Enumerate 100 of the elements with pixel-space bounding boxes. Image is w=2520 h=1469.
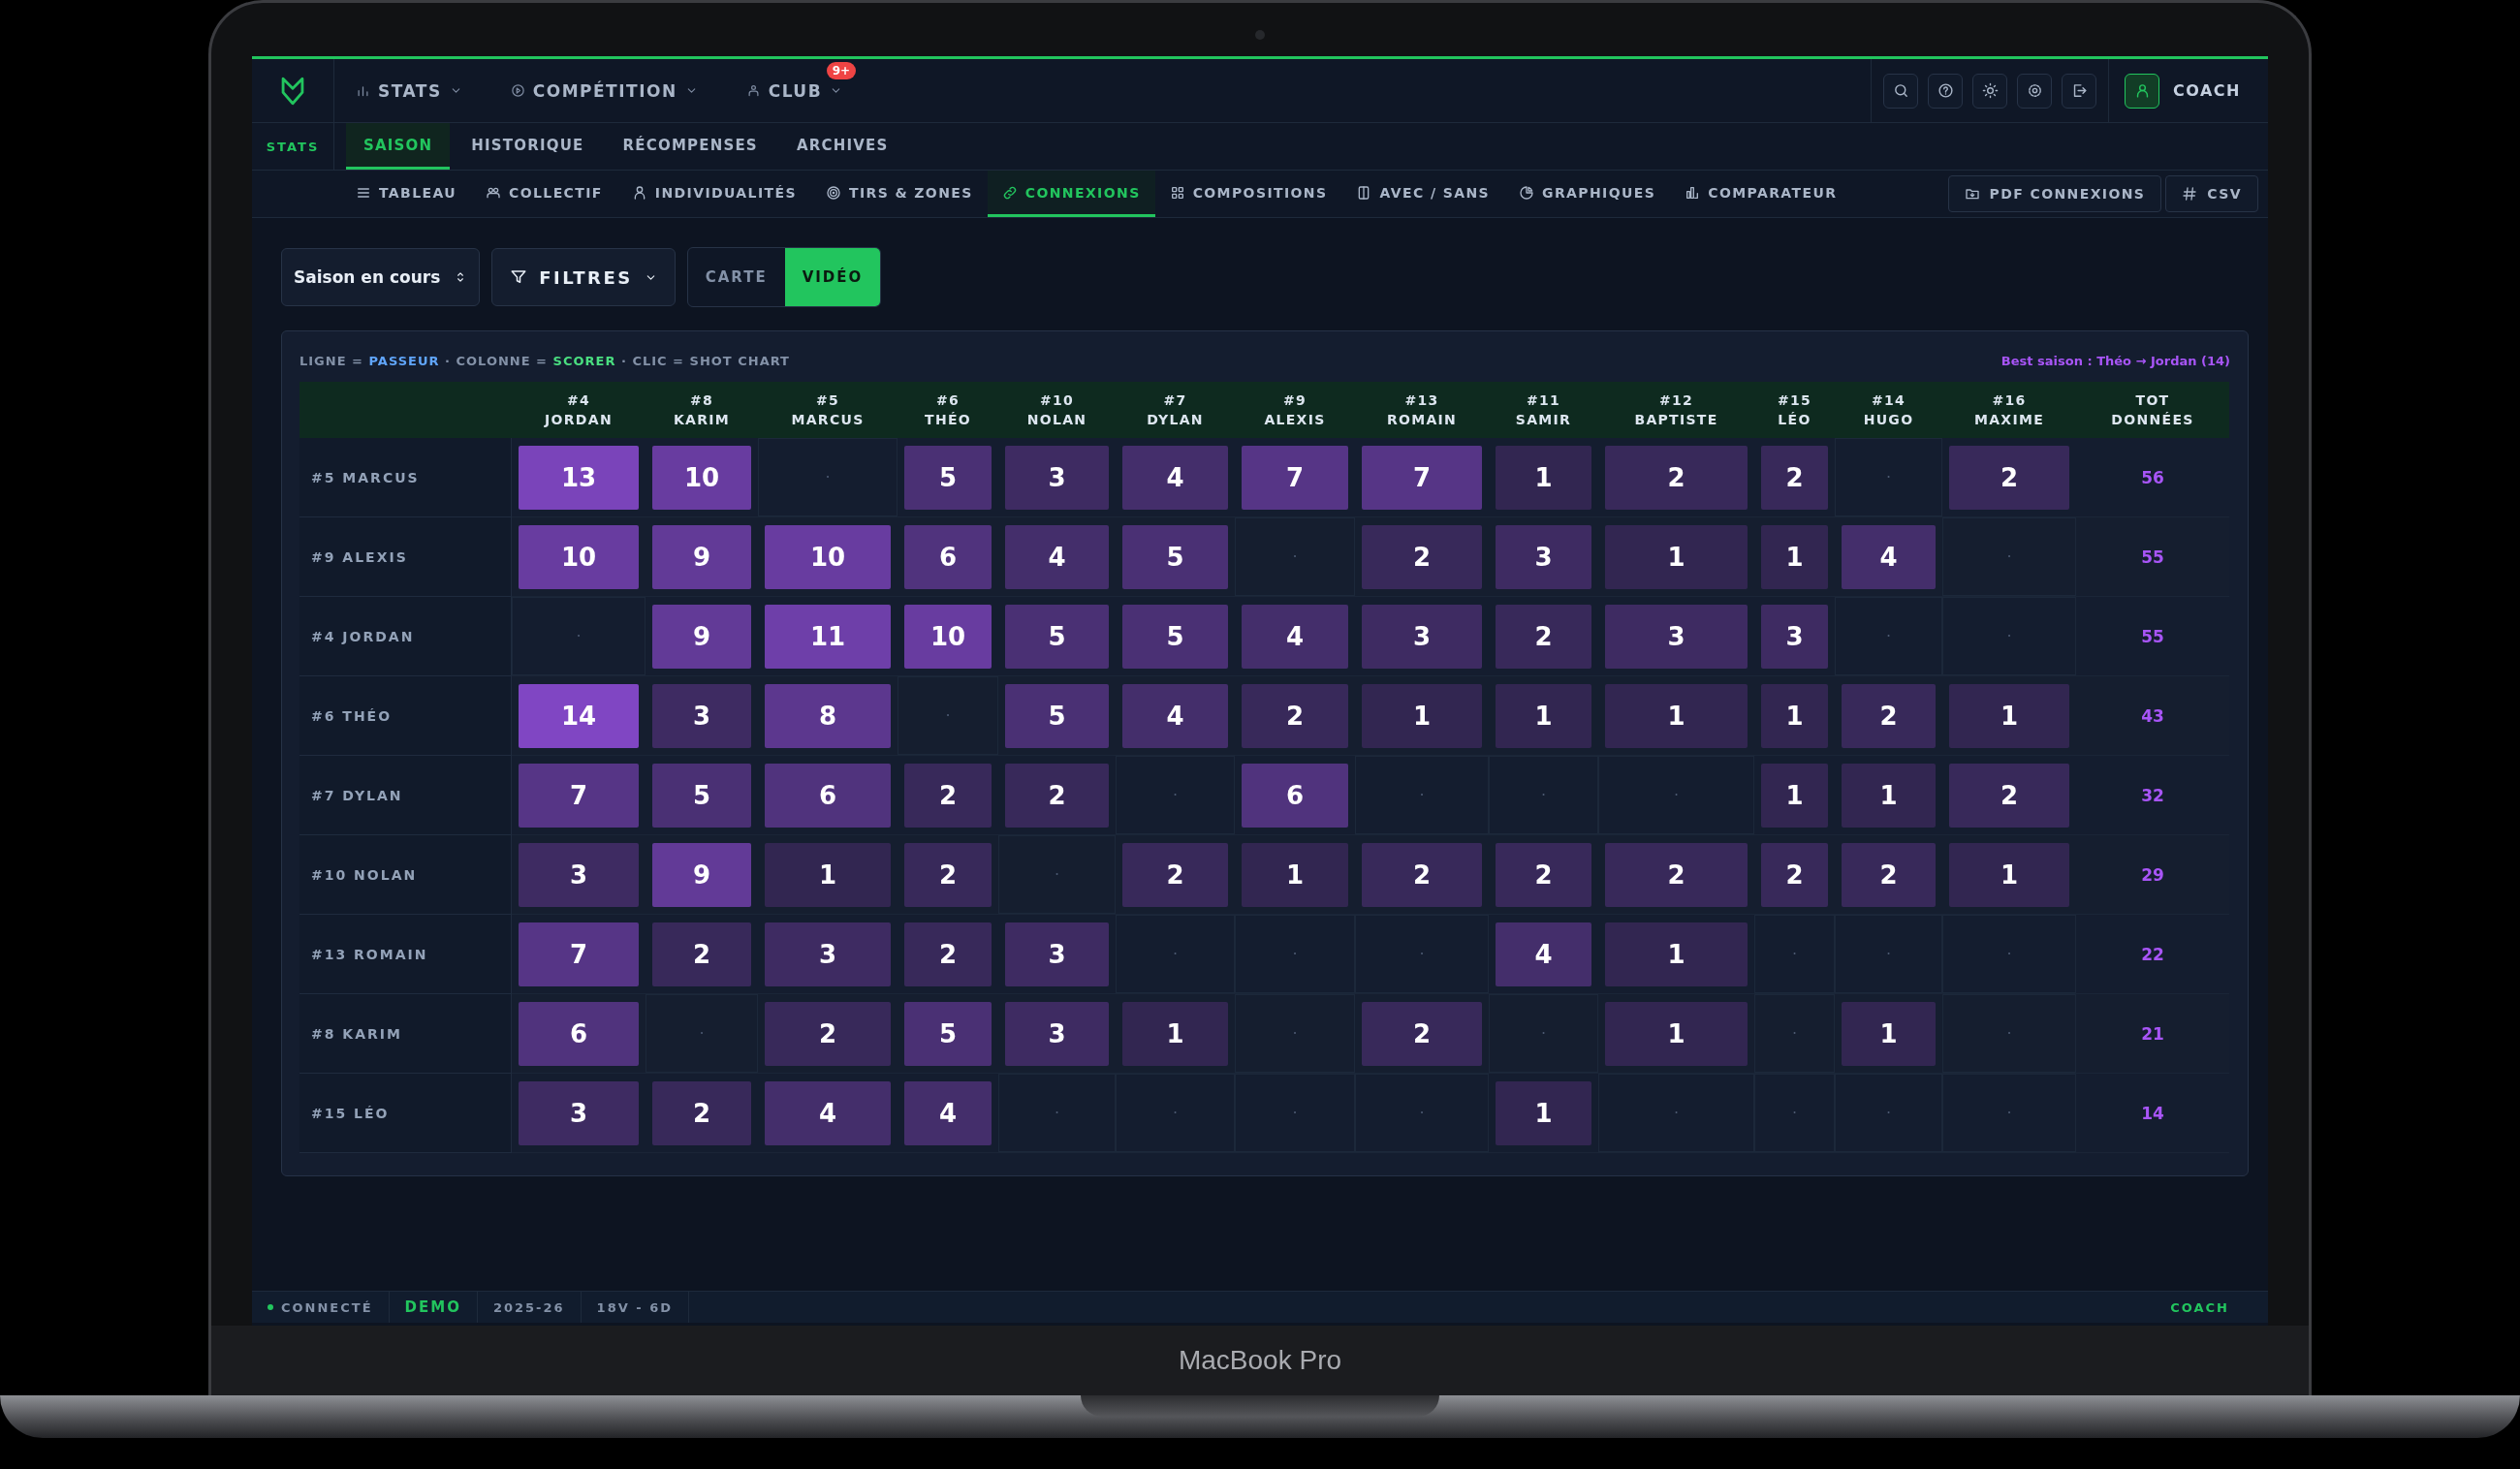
row-header[interactable]: #13 ROMAIN [299, 915, 512, 994]
filters-button[interactable]: FILTRES [491, 248, 676, 306]
heat-cell[interactable]: 2 [1842, 842, 1936, 907]
heat-cell[interactable]: 2 [1842, 683, 1936, 748]
column-header[interactable]: #11 SAMIR [1489, 382, 1598, 438]
season-select[interactable]: Saison en cours [281, 248, 481, 306]
heat-cell[interactable]: 2 [1761, 842, 1828, 907]
view-mode-toggle[interactable]: VIDÉO [784, 248, 881, 306]
view-tab[interactable]: COLLECTIF [471, 171, 617, 217]
heat-cell[interactable]: 1 [1761, 763, 1828, 828]
heat-cell[interactable]: 1 [1496, 445, 1591, 510]
toolbar-button[interactable] [1883, 73, 1919, 109]
season-tab[interactable]: ARCHIVES [778, 123, 906, 170]
heat-cell[interactable]: 4 [1496, 922, 1591, 986]
column-header[interactable]: #13 ROMAIN [1355, 382, 1489, 438]
heat-cell[interactable]: 7 [519, 922, 639, 986]
view-tab[interactable]: COMPOSITIONS [1154, 171, 1342, 217]
heat-cell[interactable]: 5 [904, 1001, 992, 1066]
heat-cell[interactable]: 5 [1122, 524, 1228, 589]
user-avatar[interactable] [2125, 73, 2160, 109]
heat-cell[interactable]: 2 [765, 1001, 891, 1066]
heat-cell[interactable]: 3 [1605, 604, 1748, 669]
row-header[interactable]: #6 THÉO [299, 676, 512, 756]
heat-cell[interactable]: 13 [519, 445, 639, 510]
heat-cell[interactable]: 1 [1949, 842, 2069, 907]
heat-cell[interactable]: 2 [1496, 604, 1591, 669]
column-header[interactable]: #16 MAXIME [1942, 382, 2076, 438]
column-header[interactable]: #14 HUGO [1835, 382, 1942, 438]
heat-cell[interactable]: 4 [1842, 524, 1936, 589]
heat-cell[interactable]: 10 [765, 524, 891, 589]
heat-cell[interactable]: 2 [652, 1080, 751, 1145]
heat-cell[interactable]: 3 [1005, 1001, 1109, 1066]
heat-cell[interactable]: 10 [904, 604, 992, 669]
season-tab[interactable]: RÉCOMPENSES [605, 123, 775, 170]
heat-cell[interactable]: 1 [1496, 1080, 1591, 1145]
view-tab[interactable]: TABLEAU [341, 171, 472, 217]
account-name[interactable]: COACH [2173, 81, 2241, 100]
row-header[interactable]: #9 ALEXIS [299, 517, 512, 597]
column-header[interactable]: #9 ALEXIS [1235, 382, 1355, 438]
heat-cell[interactable]: 1 [1949, 683, 2069, 748]
column-header[interactable]: #15 LÉO [1754, 382, 1835, 438]
season-tab[interactable]: HISTORIQUE [454, 123, 602, 170]
column-header[interactable]: #8 KARIM [646, 382, 758, 438]
heat-cell[interactable]: 9 [652, 842, 751, 907]
heat-cell[interactable]: 5 [1005, 683, 1109, 748]
heat-cell[interactable]: 4 [1122, 683, 1228, 748]
heat-cell[interactable]: 2 [904, 763, 992, 828]
heat-cell[interactable]: 2 [1605, 445, 1748, 510]
heat-cell[interactable]: 2 [1005, 763, 1109, 828]
view-mode-toggle[interactable]: CARTE [687, 248, 785, 306]
heat-cell[interactable]: 2 [1761, 445, 1828, 510]
heat-cell[interactable]: 3 [1761, 604, 1828, 669]
heat-cell[interactable]: 4 [1122, 445, 1228, 510]
heat-cell[interactable]: 8 [765, 683, 891, 748]
heat-cell[interactable]: 7 [519, 763, 639, 828]
heat-cell[interactable]: 5 [904, 445, 992, 510]
heat-cell[interactable]: 14 [519, 683, 639, 748]
column-header[interactable]: #10 NOLAN [998, 382, 1116, 438]
heat-cell[interactable]: 2 [1949, 445, 2069, 510]
heat-cell[interactable]: 1 [1605, 922, 1748, 986]
column-header[interactable]: #12 BAPTISTE [1598, 382, 1754, 438]
heat-cell[interactable]: 1 [1122, 1001, 1228, 1066]
heat-cell[interactable]: 5 [1122, 604, 1228, 669]
heat-cell[interactable]: 1 [1242, 842, 1348, 907]
column-header[interactable]: TOT DONNÉES [2076, 382, 2229, 438]
heat-cell[interactable]: 4 [765, 1080, 891, 1145]
heat-cell[interactable]: 3 [1005, 922, 1109, 986]
toolbar-button[interactable] [1972, 73, 2008, 109]
heat-cell[interactable]: 3 [652, 683, 751, 748]
heat-cell[interactable]: 2 [1122, 842, 1228, 907]
heat-cell[interactable]: 4 [904, 1080, 992, 1145]
toolbar-button[interactable] [2017, 73, 2053, 109]
heat-cell[interactable]: 2 [904, 922, 992, 986]
row-header[interactable]: #15 LÉO [299, 1074, 512, 1153]
heat-cell[interactable]: 4 [1005, 524, 1109, 589]
nav-menu[interactable]: COMPÉTITION [510, 75, 698, 107]
column-header[interactable]: #4 JORDAN [512, 382, 646, 438]
heat-cell[interactable]: 10 [652, 445, 751, 510]
row-header[interactable]: #8 KARIM [299, 994, 512, 1074]
heat-cell[interactable]: 4 [1242, 604, 1348, 669]
heat-cell[interactable]: 1 [765, 842, 891, 907]
column-header[interactable]: #5 MARCUS [758, 382, 898, 438]
heat-cell[interactable]: 1 [1842, 763, 1936, 828]
heat-cell[interactable]: 1 [1761, 683, 1828, 748]
heat-cell[interactable]: 1 [1362, 683, 1482, 748]
toolbar-button[interactable] [1928, 73, 1964, 109]
row-header[interactable]: #10 NOLAN [299, 835, 512, 915]
heat-cell[interactable]: 3 [1496, 524, 1591, 589]
heat-cell[interactable]: 2 [1496, 842, 1591, 907]
heat-cell[interactable]: 3 [765, 922, 891, 986]
view-tab[interactable]: GRAPHIQUES [1504, 171, 1671, 217]
heat-cell[interactable]: 1 [1496, 683, 1591, 748]
heat-cell[interactable]: 2 [1949, 763, 2069, 828]
heat-cell[interactable]: 7 [1242, 445, 1348, 510]
row-header[interactable]: #4 JORDAN [299, 597, 512, 676]
heat-cell[interactable]: 6 [904, 524, 992, 589]
heat-cell[interactable]: 3 [1005, 445, 1109, 510]
view-tab[interactable]: TIRS & ZONES [810, 171, 988, 217]
heat-cell[interactable]: 3 [519, 1080, 639, 1145]
heat-cell[interactable]: 1 [1605, 524, 1748, 589]
